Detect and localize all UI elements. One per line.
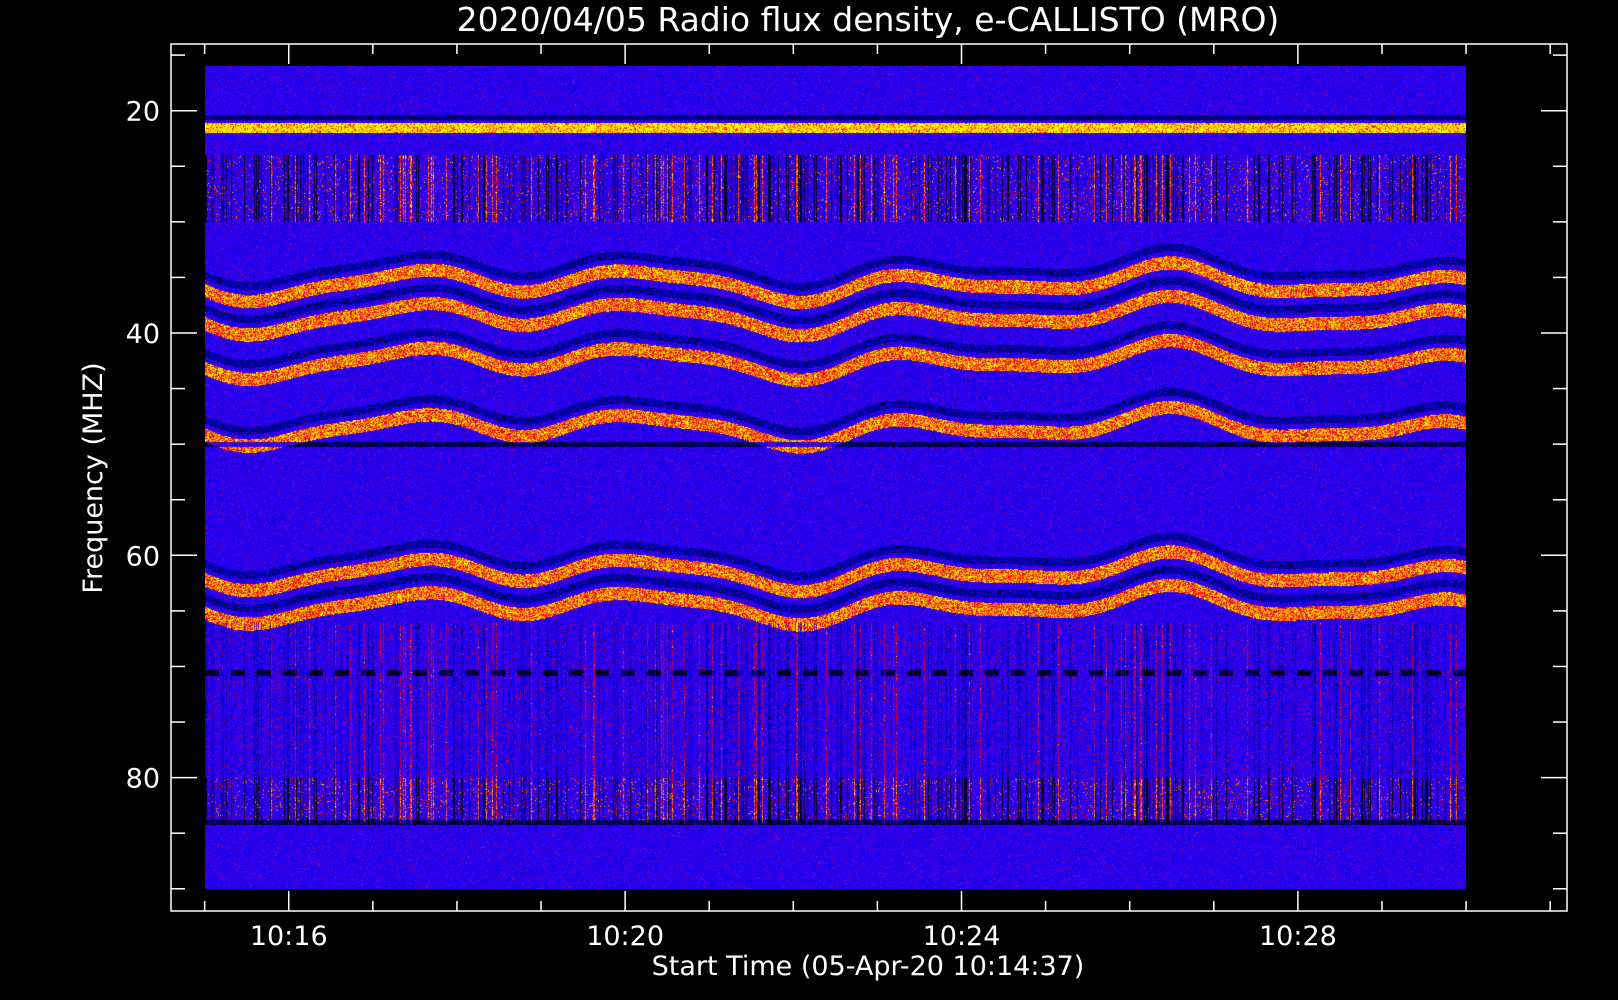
x-axis-label: Start Time (05-Apr-20 10:14:37) (652, 951, 1085, 982)
spectrogram-image (205, 66, 1466, 889)
spectrogram-chart: 2020/04/05 Radio flux density, e-CALLIST… (0, 0, 1618, 1000)
x-tick-label: 10:28 (1259, 921, 1337, 952)
y-axis-label: Frequency (MHZ) (78, 362, 109, 593)
x-tick-label: 10:24 (923, 921, 1001, 952)
y-tick-label: 80 (126, 764, 160, 795)
y-tick-label: 40 (126, 319, 160, 350)
x-tick-label: 10:20 (586, 921, 664, 952)
y-tick-label: 20 (126, 97, 160, 128)
spectrogram-heatmap (205, 66, 1466, 889)
chart-title: 2020/04/05 Radio flux density, e-CALLIST… (457, 0, 1280, 39)
x-tick-label: 10:16 (250, 921, 328, 952)
y-tick-label: 60 (126, 541, 160, 572)
